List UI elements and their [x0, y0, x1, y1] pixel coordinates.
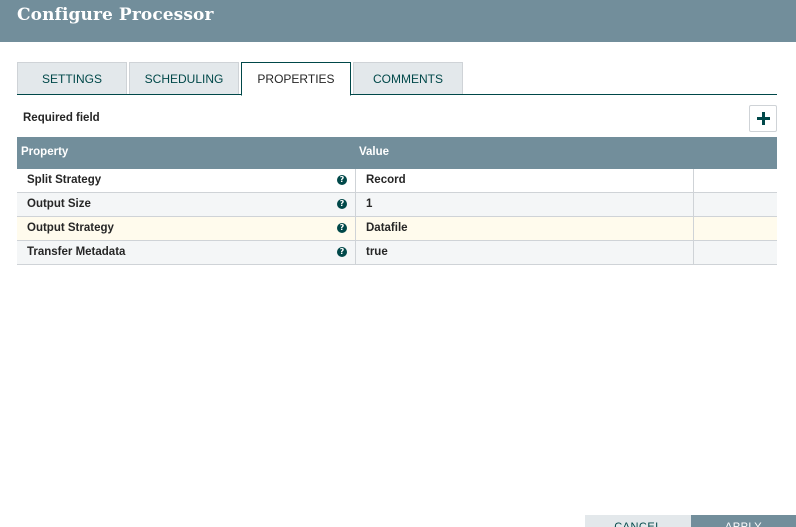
- table-row[interactable]: Split Strategy ? Record: [17, 169, 777, 193]
- property-value-cell[interactable]: Record: [355, 169, 694, 192]
- dialog-header: Configure Processor: [0, 0, 796, 42]
- tab-properties[interactable]: PROPERTIES: [241, 62, 351, 96]
- add-property-button[interactable]: [749, 105, 777, 132]
- column-header-property[interactable]: Property: [21, 146, 68, 158]
- property-value-cell[interactable]: true: [355, 241, 694, 264]
- question-circle-icon[interactable]: ?: [337, 247, 347, 257]
- properties-table-header: Property Value: [17, 137, 777, 169]
- table-row[interactable]: Transfer Metadata ? true: [17, 241, 777, 265]
- tab-scheduling[interactable]: SCHEDULING: [129, 62, 239, 94]
- property-value: Datafile: [366, 222, 408, 234]
- dialog-title: Configure Processor: [17, 5, 214, 25]
- property-value-cell[interactable]: Datafile: [355, 217, 694, 240]
- property-value: Record: [366, 174, 406, 186]
- question-circle-icon[interactable]: ?: [337, 223, 347, 233]
- table-row[interactable]: Output Strategy ? Datafile: [17, 217, 777, 241]
- property-name: Output Strategy: [27, 222, 114, 234]
- table-row[interactable]: Output Size ? 1: [17, 193, 777, 217]
- question-circle-icon[interactable]: ?: [337, 175, 347, 185]
- property-name: Output Size: [27, 198, 91, 210]
- question-circle-icon[interactable]: ?: [337, 199, 347, 209]
- property-value: 1: [366, 198, 373, 210]
- property-value: true: [366, 246, 388, 258]
- tab-bar: SETTINGS SCHEDULING PROPERTIES COMMENTS: [17, 62, 777, 96]
- required-field-label: Required field: [23, 112, 100, 124]
- property-name: Transfer Metadata: [27, 246, 126, 258]
- apply-button[interactable]: APPLY: [691, 515, 796, 527]
- tab-settings[interactable]: SETTINGS: [17, 62, 127, 94]
- plus-icon: [756, 112, 770, 125]
- property-value-cell[interactable]: 1: [355, 193, 694, 216]
- cancel-button[interactable]: CANCEL: [585, 515, 691, 527]
- properties-table: Property Value Split Strategy ? Record O…: [17, 137, 777, 265]
- column-header-value[interactable]: Value: [359, 146, 389, 158]
- tab-comments[interactable]: COMMENTS: [353, 62, 463, 94]
- property-name: Split Strategy: [27, 174, 102, 186]
